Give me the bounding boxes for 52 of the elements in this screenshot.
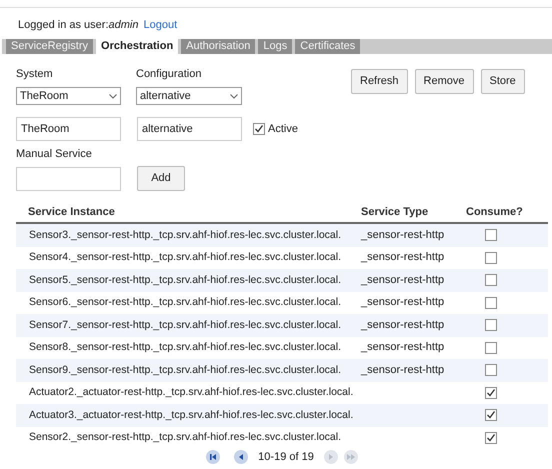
table-cell-text: Sensor8._sensor-rest-http._tcp.srv.ahf-hiof.res-lec.svc.cluster.local.	[28, 341, 342, 354]
action-button[interactable]: Store	[480, 69, 525, 94]
consume-checkbox[interactable]	[485, 409, 497, 422]
consume-checkbox[interactable]	[485, 252, 497, 264]
chevron-down-icon	[109, 94, 117, 98]
configuration-name-field[interactable]: alternative	[137, 117, 242, 141]
consume-checkbox[interactable]	[485, 229, 497, 242]
table-cell-text: Actuator2._actuator-rest-http._tcp.srv.ahf-hiof.res-lec.svc.cluster.local.	[28, 386, 354, 400]
table-cell-text: Sensor3._sensor-rest-http._tcp.srv.ahf-hiof.res-lec.svc.cluster.local.	[28, 228, 342, 242]
column-header: Service Instance	[27, 206, 116, 219]
consume-checkbox[interactable]	[485, 386, 497, 399]
active-checkbox[interactable]	[253, 123, 265, 135]
column-header: Consume?	[466, 206, 523, 219]
logout-link[interactable]: Logout	[143, 19, 178, 32]
table-cell-text: Sensor7._sensor-rest-http._tcp.srv.ahf-hiof.res-lec.svc.cluster.local.	[28, 318, 342, 332]
consume-checkbox[interactable]	[485, 342, 497, 354]
system-label: System	[16, 68, 54, 81]
table-cell-text: Sensor4._sensor-rest-http._tcp.srv.ahf-hiof.res-lec.svc.cluster.local.	[28, 251, 342, 264]
table-cell-text: Sensor6._sensor-rest-http._tcp.srv.ahf-hiof.res-lec.svc.cluster.local.	[28, 296, 342, 310]
configuration-select[interactable]: alternative	[136, 87, 242, 105]
previous-page-icon[interactable]	[234, 450, 248, 464]
table-cell: _sensor-rest-http	[361, 251, 444, 264]
table-cell-text: Sensor5._sensor-rest-http._tcp.srv.ahf-hiof.res-lec.svc.cluster.local.	[28, 274, 342, 287]
chevron-down-icon	[230, 94, 238, 98]
table-cell: _sensor-rest-http	[361, 228, 444, 241]
table-cell: _sensor-rest-http	[361, 274, 444, 286]
table-cell-text: Sensor9._sensor-rest-http._tcp.srv.ahf-hiof.res-lec.svc.cluster.local.	[28, 364, 342, 377]
consume-checkbox[interactable]	[485, 364, 497, 376]
configuration-label: Configuration	[136, 68, 202, 81]
table-cell-text: Sensor2._sensor-rest-http._tcp.srv.ahf-hiof.res-lec.svc.cluster.local.	[28, 431, 342, 444]
table-cell-text: Actuator3._actuator-rest-http._tcp.srv.ahf-hiof.res-lec.svc.cluster.local.	[28, 408, 354, 422]
table-cell: _sensor-rest-http	[361, 296, 444, 308]
add-button[interactable]: Add	[137, 166, 185, 191]
consume-checkbox[interactable]	[485, 274, 497, 286]
system-select[interactable]: TheRoom	[16, 87, 121, 105]
table-cell: _sensor-rest-http	[361, 318, 444, 331]
consume-checkbox[interactable]	[485, 296, 497, 309]
action-button[interactable]: Refresh	[351, 69, 408, 94]
column-header: Service Type	[361, 206, 430, 219]
consume-checkbox[interactable]	[485, 432, 497, 444]
active-label: Active	[268, 122, 298, 136]
manual-service-label: Manual Service	[16, 148, 93, 161]
consume-checkbox[interactable]	[485, 319, 497, 332]
login-status: Logged in as user:admin	[18, 19, 138, 32]
table-cell: _sensor-rest-http	[361, 364, 444, 376]
system-name-field[interactable]: TheRoom	[16, 117, 121, 141]
page-range: 10-19 of 19	[257, 450, 315, 464]
action-button[interactable]: Remove	[414, 69, 474, 94]
tab[interactable]: Orchestration	[96, 39, 178, 54]
table-cell: _sensor-rest-http	[361, 341, 444, 354]
first-page-icon[interactable]	[206, 450, 220, 464]
manual-service-field[interactable]	[16, 166, 121, 190]
